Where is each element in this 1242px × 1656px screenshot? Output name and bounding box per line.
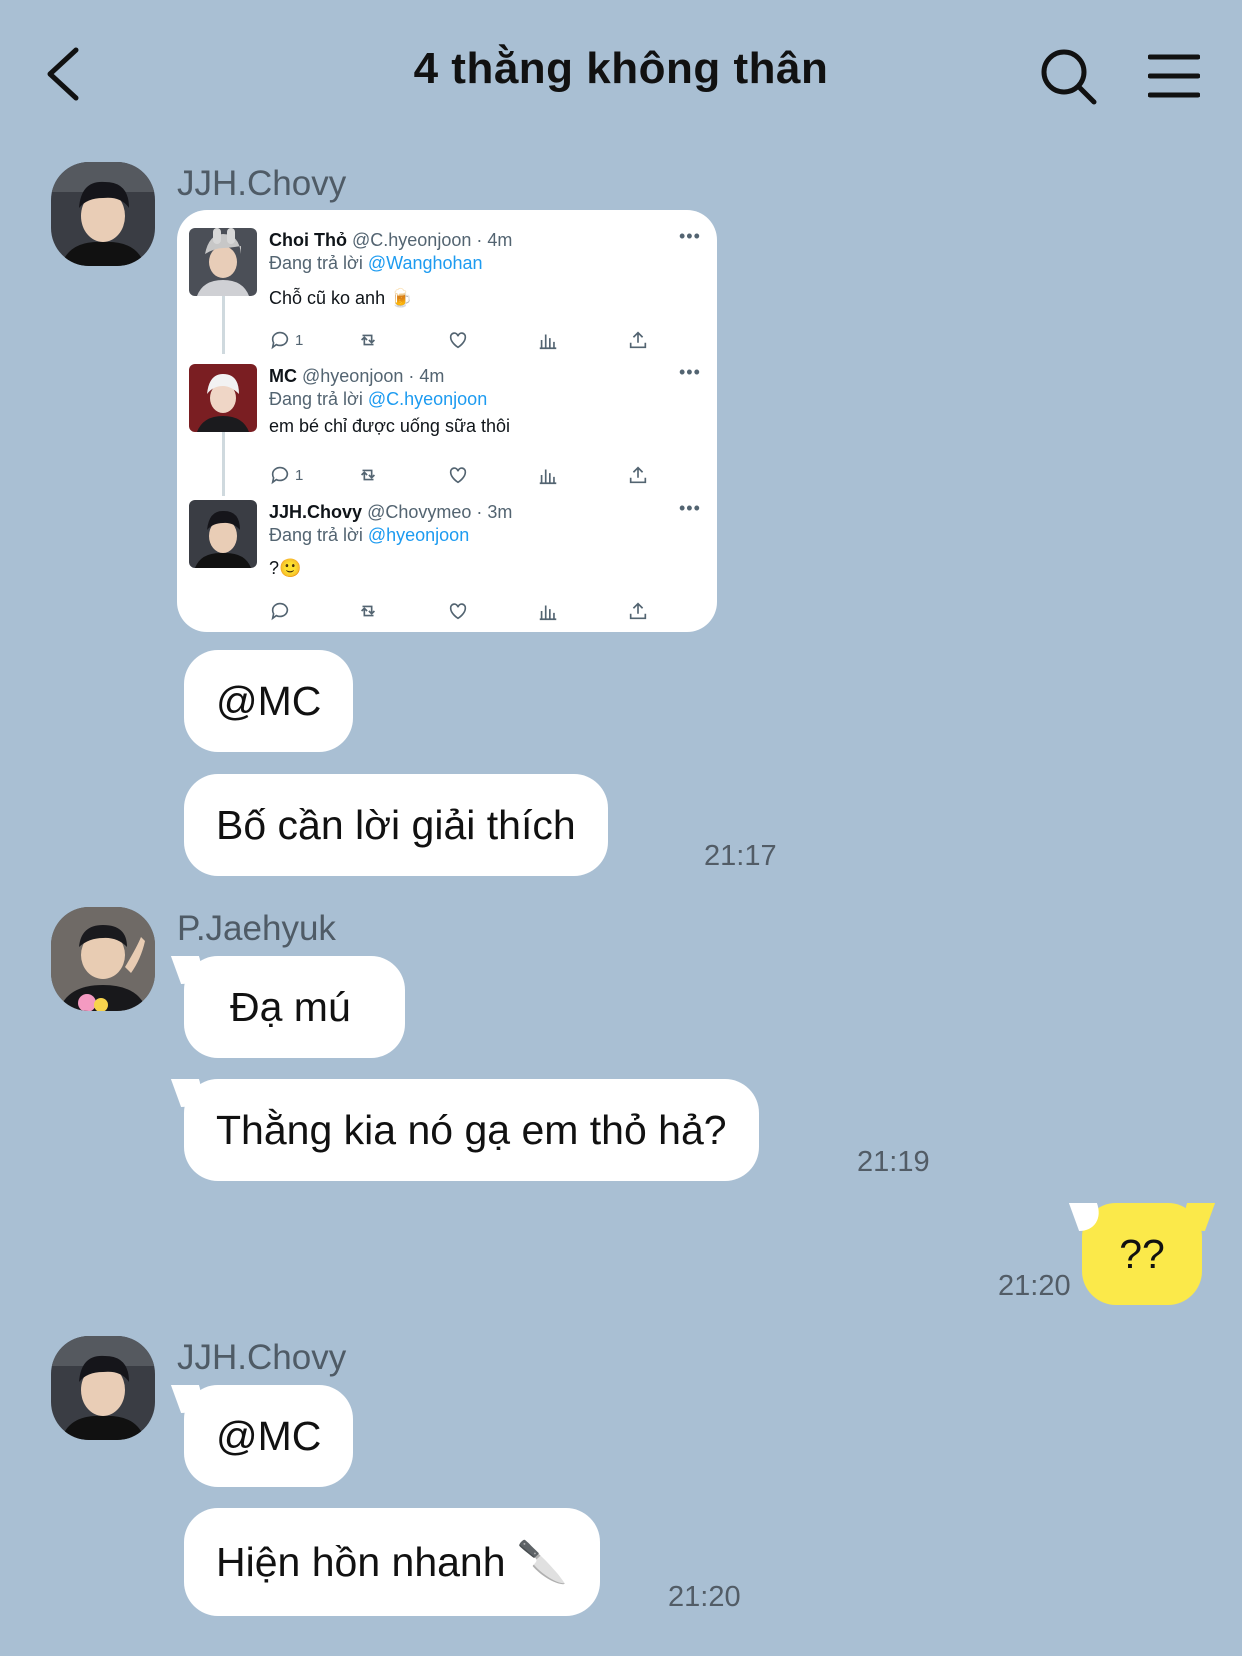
message-bubble[interactable]: Bố cần lời giải thích [184, 774, 608, 876]
search-button[interactable] [1040, 48, 1098, 106]
more-icon: ••• [679, 362, 701, 382]
tweet-avatar [189, 500, 257, 568]
reply-mention: @hyeonjoon [367, 525, 470, 545]
message-bubble[interactable]: @MC [184, 650, 354, 752]
tweet-text: ?🙂 [269, 558, 302, 578]
tweet-avatar [189, 228, 257, 296]
share-icon [629, 331, 647, 349]
tweet-author: JJH.Chovy [269, 502, 363, 522]
tweet-actions: 1 [269, 463, 689, 487]
reply-icon [271, 466, 289, 485]
tweet-handle: @hyeonjoon · 4m [302, 366, 445, 386]
message-time: 21:19 [857, 1146, 930, 1178]
reply-count: 1 [295, 466, 304, 484]
retweet-icon [360, 605, 376, 617]
tweet-author: Choi Thỏ [269, 230, 347, 250]
avatar-jjh-chovy[interactable] [51, 1336, 155, 1440]
tweet-avatar [189, 364, 257, 432]
reply-icon [271, 331, 289, 350]
menu-button[interactable] [1147, 52, 1201, 100]
reply-prefix: Đang trả lời [269, 389, 363, 409]
message-time: 21:17 [704, 840, 777, 872]
retweet-icon [360, 469, 376, 481]
sender-name: JJH.Chovy [177, 1338, 347, 1377]
tweet-text: em bé chỉ được uống sữa thôi [269, 416, 511, 436]
tweet-screenshot-card[interactable]: Choi Thỏ @C.hyeonjoon · 4m Đang trả lời … [177, 210, 717, 632]
reply-count: 1 [295, 331, 304, 349]
views-icon [539, 605, 557, 621]
sender-name: P.Jaehyuk [177, 909, 336, 948]
message-bubble[interactable]: @MC [184, 1385, 354, 1487]
views-icon [539, 469, 557, 485]
hamburger-menu-icon [1147, 54, 1201, 98]
retweet-icon [360, 334, 376, 346]
my-message-bubble[interactable]: ?? [1082, 1203, 1202, 1305]
more-icon: ••• [679, 498, 701, 518]
reply-mention: @Wanghohan [367, 253, 483, 273]
heart-icon [449, 332, 467, 349]
reply-mention: @C.hyeonjoon [367, 389, 488, 409]
avatar-p-jaehyuk[interactable] [51, 907, 155, 1011]
tweet-actions: 1 [269, 328, 689, 352]
heart-icon [449, 603, 467, 620]
message-bubble[interactable]: Hiện hồn nhanh 🔪 [184, 1508, 600, 1616]
tweet-text: Chỗ cũ ko anh 🍺 [269, 288, 413, 308]
thread-line [222, 422, 225, 496]
reply-prefix: Đang trả lời [269, 253, 363, 273]
views-icon [539, 334, 557, 350]
reply-prefix: Đang trả lời [269, 525, 363, 545]
reply-icon [271, 602, 289, 621]
message-bubble[interactable]: Đạ mú [184, 956, 405, 1058]
tweet-handle: @Chovymeo · 3m [367, 502, 513, 522]
avatar-jjh-chovy[interactable] [51, 162, 155, 266]
message-time: 21:20 [668, 1581, 741, 1613]
share-icon [629, 466, 647, 484]
search-icon [1041, 49, 1097, 105]
share-icon [629, 602, 647, 620]
message-time: 21:20 [998, 1270, 1071, 1302]
tweet-handle: @C.hyeonjoon · 4m [352, 230, 513, 250]
tweet-actions [269, 599, 689, 623]
more-icon: ••• [679, 226, 701, 246]
sender-name: JJH.Chovy [177, 164, 347, 203]
thread-line [222, 286, 225, 354]
message-bubble[interactable]: Thằng kia nó gạ em thỏ hả? [184, 1079, 759, 1181]
tweet-author: MC [269, 366, 297, 386]
heart-icon [449, 467, 467, 484]
